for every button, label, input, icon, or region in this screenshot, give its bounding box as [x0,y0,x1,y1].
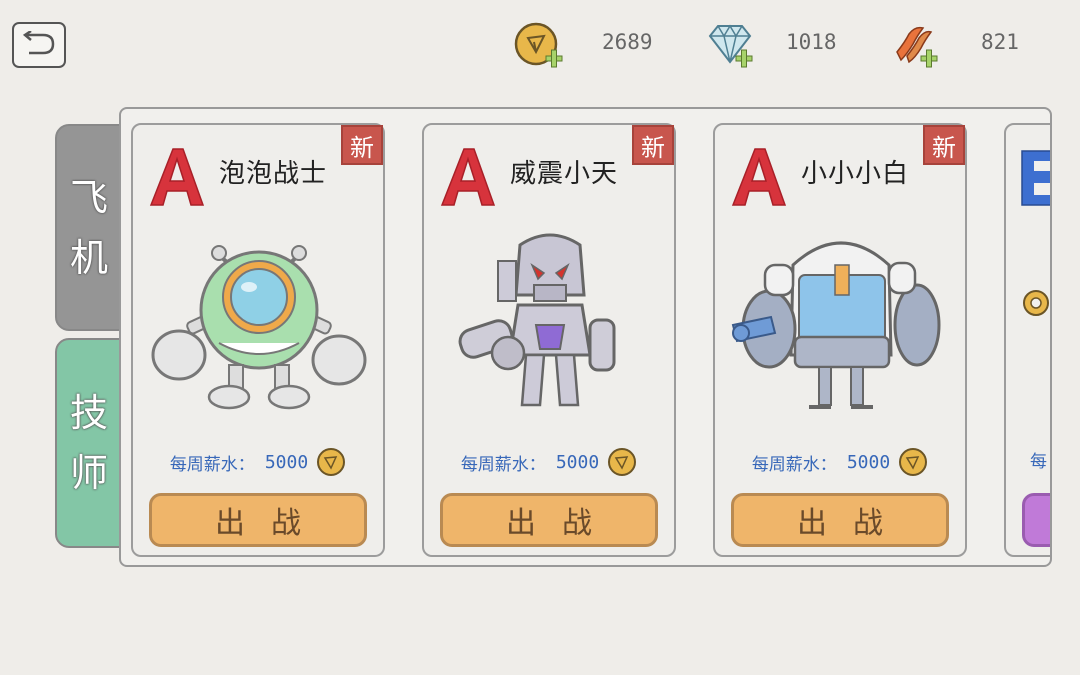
gold-coin-icon [899,448,928,476]
salary-label: 每 [1030,452,1047,472]
diamond-plus-icon [708,24,753,68]
salary-label: 每周薪水： [169,454,255,475]
technician-card[interactable]: 威震小天 新 每周薪水： 5000 出战 [422,123,676,557]
technician-name: 威震小天 [510,159,619,189]
gear-icon [1023,290,1049,316]
food-value: 821 [981,30,1019,54]
bacon-plus-icon [896,26,938,68]
back-arrow-icon [22,31,55,55]
tab-aircraft-label-1: 飞 [69,175,108,220]
gold-coin-icon [317,448,346,476]
salary-amount: 5000 [264,451,309,473]
salary-label: 每周薪水： [751,454,837,475]
gold-value: 2689 [602,30,653,54]
gold-coin-plus-icon [514,22,563,68]
weekly-salary: 每周薪水： 5000 [133,447,383,477]
white-blue-robot-image [731,241,941,409]
technician-card[interactable]: 泡泡战士 新 每周薪水： 5000 出战 [131,123,385,557]
gold-coin-icon [608,448,637,476]
new-badge: 新 [632,125,674,165]
new-badge: 新 [923,125,965,165]
technician-card[interactable]: 每 [1004,123,1050,557]
tab-technician[interactable]: 技 师 [55,338,123,548]
grade-b-icon [1021,150,1050,206]
green-bubble-robot-image [151,245,367,410]
grade-a-icon [149,148,205,206]
technician-list-panel[interactable]: 泡泡战士 新 每周薪水： 5000 出战 威震小天 新 每周薪水： 5000 出… [119,107,1052,567]
tab-technician-label-2: 师 [69,451,108,495]
weekly-salary: 每 [1006,447,1050,472]
gem-resource[interactable]: 1018 [706,24,837,68]
deploy-button[interactable]: 出战 [731,493,949,547]
grade-a-icon [440,148,496,206]
salary-amount: 5000 [555,451,600,473]
technician-name: 小小小白 [801,159,910,189]
gem-value: 1018 [786,30,837,54]
technician-name: 泡泡战士 [219,159,328,189]
back-button[interactable] [12,22,66,68]
technician-card[interactable]: 小小小白 新 每周薪水： 5000 出战 [713,123,967,557]
salary-amount: 5000 [846,451,891,473]
weekly-salary: 每周薪水： 5000 [424,447,674,477]
tab-aircraft[interactable]: 飞 机 [55,124,123,331]
new-badge: 新 [341,125,383,165]
deploy-button[interactable]: 出战 [149,493,367,547]
grade-a-icon [731,148,787,206]
purple-red-eyed-robot-image [458,233,616,407]
tab-technician-label-1: 技 [69,391,108,435]
deploy-button[interactable] [1022,493,1050,547]
food-resource[interactable]: 821 [893,26,1019,68]
tab-aircraft-label-2: 机 [69,235,108,280]
salary-label: 每周薪水： [460,454,546,475]
deploy-button[interactable]: 出战 [440,493,658,547]
weekly-salary: 每周薪水： 5000 [715,447,965,477]
gold-resource[interactable]: 2689 [514,22,653,68]
